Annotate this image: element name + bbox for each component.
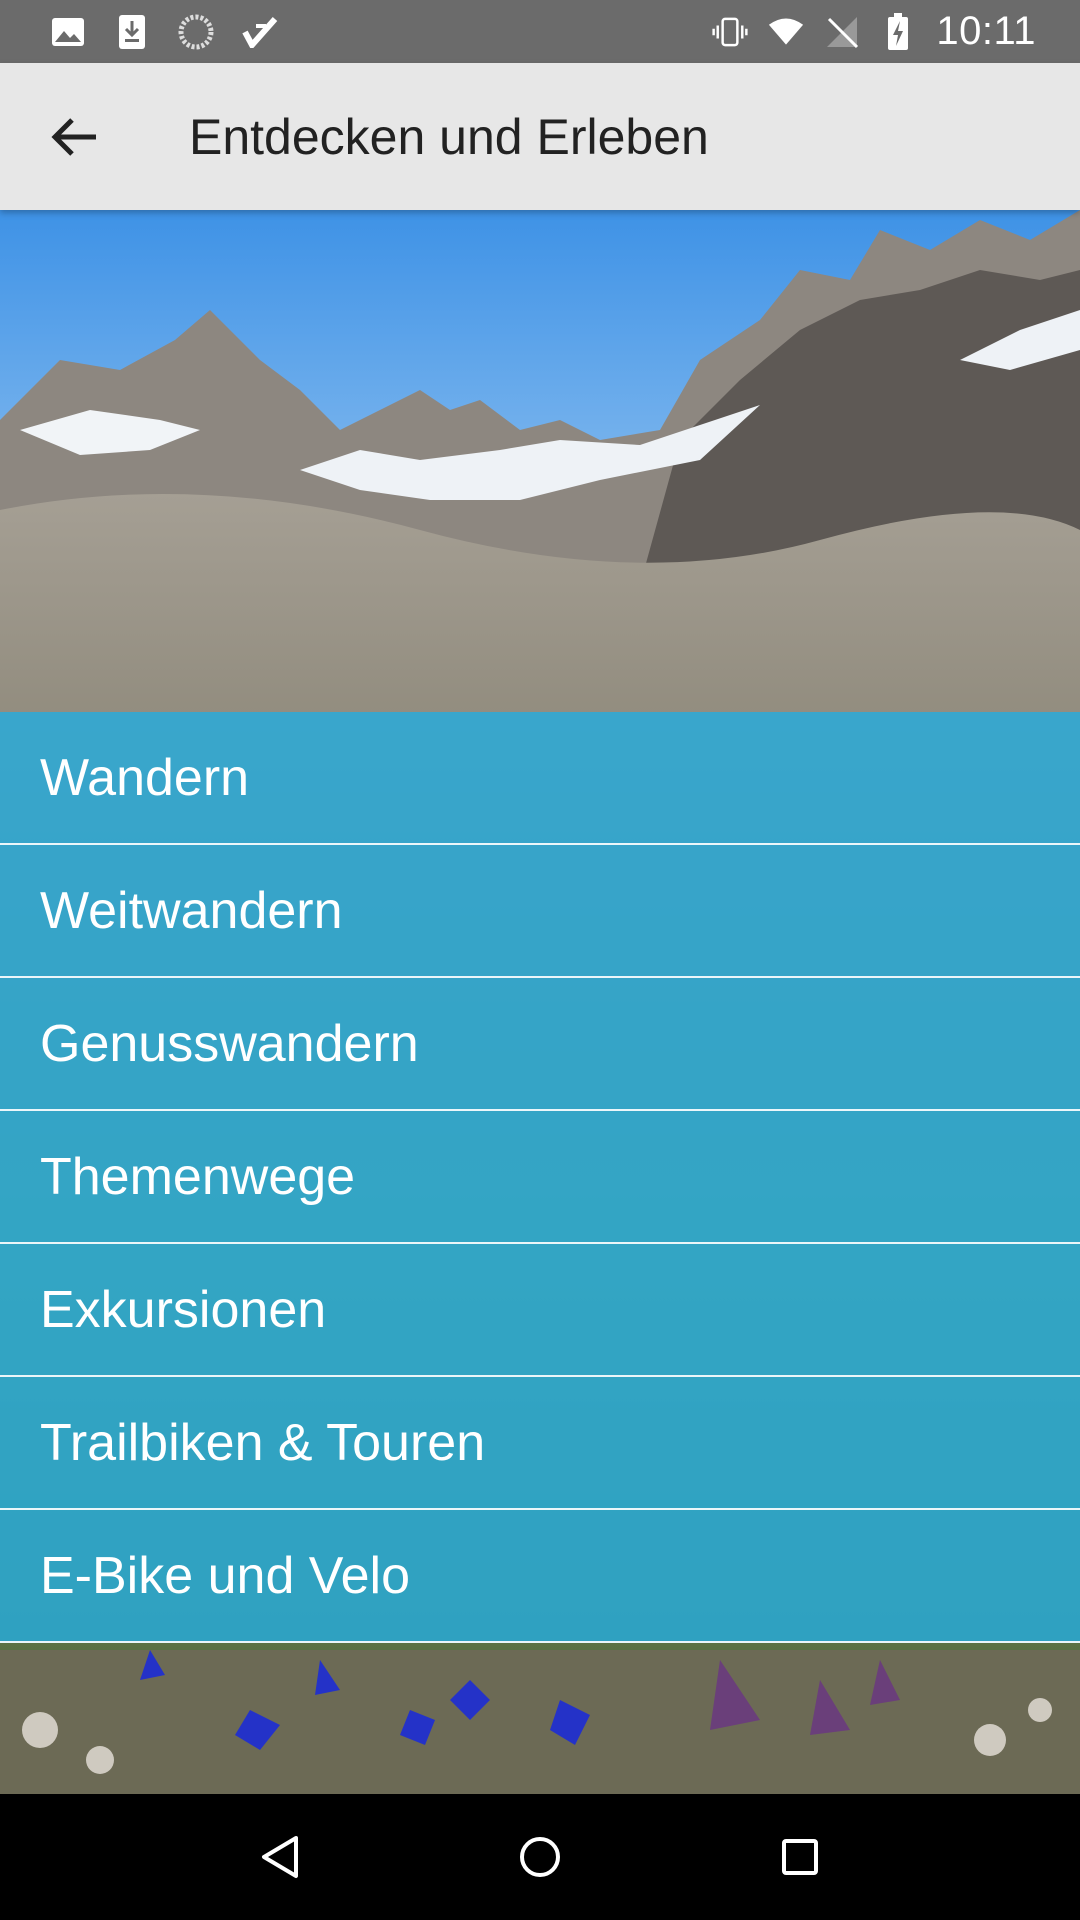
screen: 10:11 Entdecken und Erleben Wandern Weit… <box>0 0 1080 1920</box>
image-icon <box>50 14 86 50</box>
battery-charging-icon <box>880 12 916 50</box>
wifi-icon <box>768 14 804 50</box>
nav-home-button[interactable] <box>505 1822 575 1892</box>
page-title: Entdecken und Erleben <box>189 108 709 165</box>
back-triangle-icon <box>262 1836 298 1878</box>
menu-item-weitwandern[interactable]: Weitwandern <box>0 845 1080 978</box>
menu-item-wandern[interactable]: Wandern <box>0 712 1080 845</box>
nav-recents-button[interactable] <box>765 1822 835 1892</box>
status-left-icons <box>0 14 278 50</box>
status-time: 10:11 <box>936 9 1036 53</box>
menu-item-exkursionen[interactable]: Exkursionen <box>0 1244 1080 1377</box>
menu-item-ebike[interactable]: E-Bike und Velo <box>0 1510 1080 1643</box>
recents-square-icon <box>782 1839 818 1875</box>
sync-icon <box>178 14 214 50</box>
vibrate-icon <box>712 14 748 50</box>
menu-item-themenwege[interactable]: Themenwege <box>0 1111 1080 1244</box>
app-bar: Entdecken und Erleben <box>0 63 1080 210</box>
nav-back-button[interactable] <box>245 1822 315 1892</box>
category-menu: Wandern Weitwandern Genusswandern Themen… <box>0 712 1080 1643</box>
status-bar: 10:11 <box>0 0 1080 63</box>
back-button[interactable] <box>0 63 147 210</box>
system-nav-bar <box>0 1794 1080 1920</box>
check-icon <box>242 14 278 50</box>
status-right-icons: 10:11 <box>712 9 1080 54</box>
no-signal-icon <box>824 14 860 50</box>
download-icon <box>114 14 150 50</box>
arrow-back-icon <box>50 117 96 156</box>
menu-item-genusswandern[interactable]: Genusswandern <box>0 978 1080 1111</box>
menu-item-trailbiken[interactable]: Trailbiken & Touren <box>0 1377 1080 1510</box>
home-circle-icon <box>520 1837 560 1877</box>
